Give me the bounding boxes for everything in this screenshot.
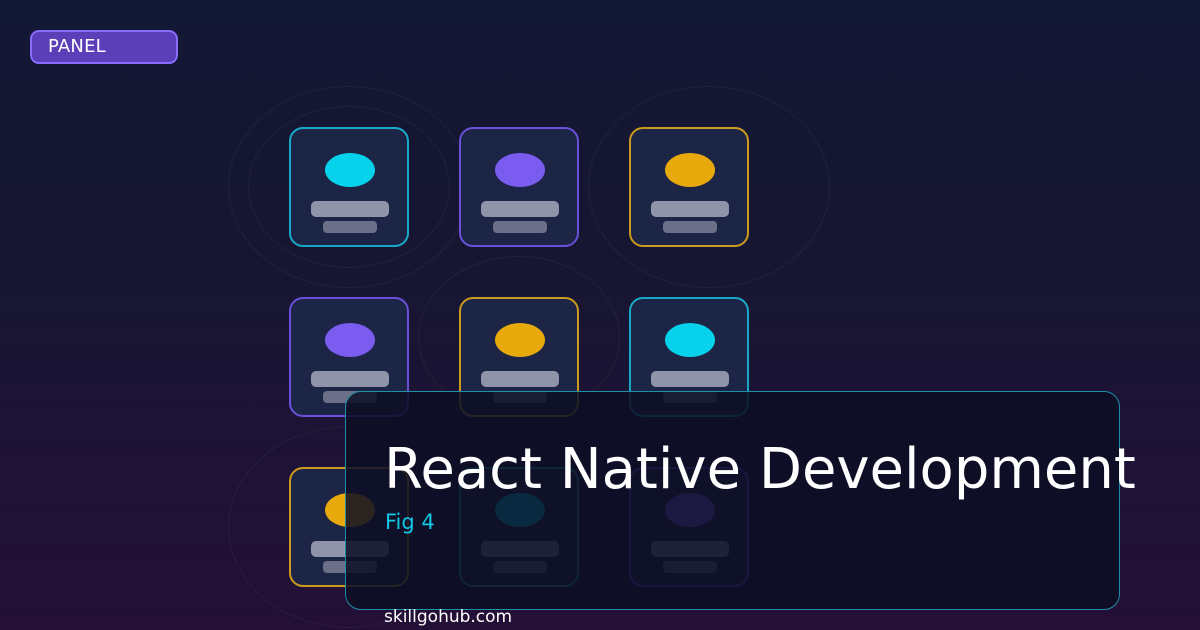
tile-dot (495, 323, 545, 357)
tile-1 (289, 127, 409, 247)
tile-bar-secondary (493, 221, 547, 233)
tile-bar-primary (481, 371, 559, 387)
tile-bar-primary (311, 201, 389, 217)
tile-dot (665, 153, 715, 187)
figure-label: Fig 4 (385, 510, 435, 534)
tile-bar-secondary (323, 221, 377, 233)
panel-badge: PANEL (30, 30, 178, 64)
site-domain: skillgohub.com (384, 607, 513, 627)
tile-bar-primary (311, 371, 389, 387)
page-title: React Native Development (384, 437, 1136, 502)
tile-bar-primary (651, 371, 729, 387)
tile-bar-secondary (663, 221, 717, 233)
tile-dot (325, 153, 375, 187)
tile-2 (459, 127, 579, 247)
tile-dot (325, 323, 375, 357)
tile-3 (629, 127, 749, 247)
tile-dot (665, 323, 715, 357)
tile-bar-primary (481, 201, 559, 217)
tile-dot (495, 153, 545, 187)
tile-bar-primary (651, 201, 729, 217)
